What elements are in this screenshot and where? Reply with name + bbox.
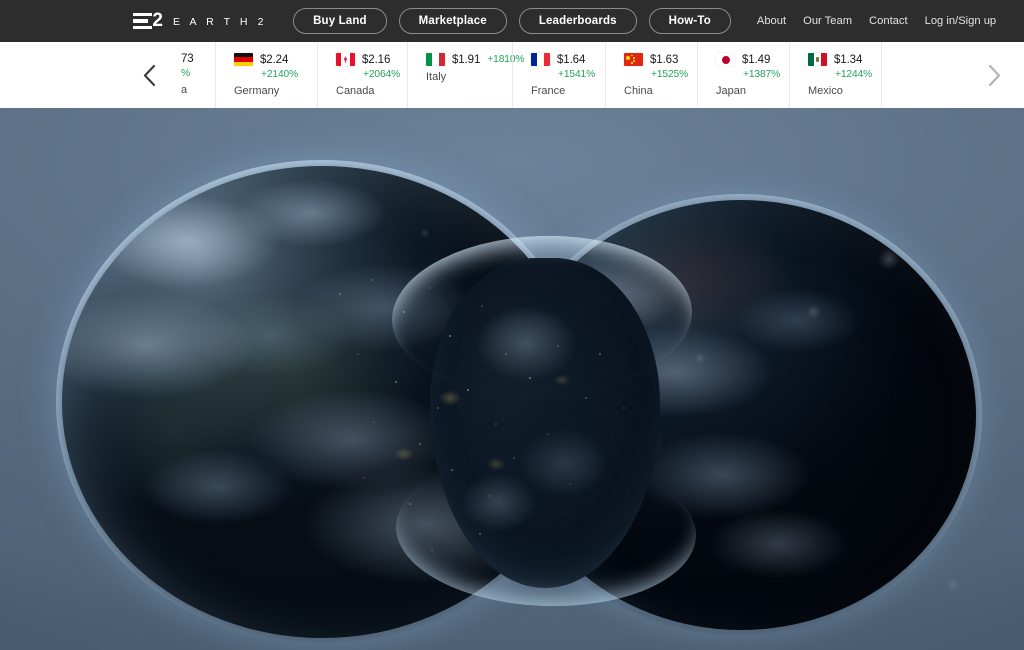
hero-section (0, 108, 1024, 650)
nav-link-contact[interactable]: Contact (869, 15, 908, 27)
primary-nav: Buy Land Marketplace Leaderboards How-To (293, 8, 731, 34)
ticker-item-canada[interactable]: $2.16 +2064% Canada (317, 42, 407, 108)
nav-pill-leaderboards[interactable]: Leaderboards (518, 8, 637, 34)
flag-france-icon (531, 53, 550, 66)
ticker-change: +1525% (651, 69, 689, 80)
globe-surface-texture-waist (430, 258, 660, 588)
ticker-change: +1541% (558, 69, 596, 80)
ticker-country: Mexico (808, 85, 843, 97)
flag-china-icon (624, 53, 643, 66)
ticker-country: Italy (426, 71, 447, 83)
earth2-landing-page: 2 E A R T H 2 Buy Land Marketplace Leade… (0, 0, 1024, 650)
flag-italy-icon (426, 53, 445, 66)
ticker-country: Canada (336, 85, 375, 97)
ticker-price: $1.64 (557, 53, 586, 66)
ticker-change: +1244% (835, 69, 873, 80)
ticker-price: $1.49 (742, 53, 771, 66)
ticker-prev-button[interactable] (135, 42, 163, 108)
ticker-price: 73 (181, 53, 194, 65)
nav-link-login-signup[interactable]: Log in/Sign up (925, 15, 997, 27)
flag-japan-icon (716, 53, 735, 66)
flag-germany-icon (234, 53, 253, 66)
ticker-price: $1.34 (834, 53, 863, 66)
ticker-item-mexico[interactable]: $1.34 +1244% Mexico (789, 42, 881, 108)
brand-wordmark: E A R T H 2 (173, 15, 268, 28)
chevron-right-icon (988, 64, 1000, 86)
ticker-item-france[interactable]: $1.64 +1541% France (512, 42, 605, 108)
ticker-country: a (181, 84, 188, 96)
chevron-left-icon (143, 64, 155, 86)
ticker-item-germany[interactable]: $2.24 +2140% Germany (215, 42, 317, 108)
ticker-change: +1387% (743, 69, 781, 80)
nav-pill-marketplace[interactable]: Marketplace (398, 8, 507, 34)
earth-globe-visual[interactable] (0, 108, 1024, 650)
ticker-item-italy[interactable]: $1.91 +1810% Italy (407, 42, 524, 108)
ticker-price: $1.63 (650, 53, 679, 66)
site-header: 2 E A R T H 2 Buy Land Marketplace Leade… (0, 0, 1024, 42)
ticker-price: $2.16 (362, 53, 391, 66)
ticker-item-china[interactable]: $1.63 +1525% China (605, 42, 697, 108)
ticker-change: +2064% (363, 69, 401, 80)
ticker-country: France (531, 85, 566, 97)
ticker-change: +2140% (261, 69, 299, 80)
ticker-country: Japan (716, 85, 746, 97)
e2-logo-icon: 2 (133, 10, 163, 32)
ticker-price: $2.24 (260, 53, 289, 66)
ticker-country: China (624, 85, 653, 97)
nav-link-our-team[interactable]: Our Team (803, 15, 852, 27)
secondary-nav: About Our Team Contact Log in/Sign up (757, 15, 996, 27)
ticker-next-button[interactable] (964, 42, 1024, 108)
flag-mexico-icon (808, 53, 827, 66)
ticker-left-spacer (0, 42, 135, 108)
ticker-item-japan[interactable]: $1.49 +1387% Japan (697, 42, 789, 108)
flag-canada-icon (336, 53, 355, 66)
ticker-item-clipped[interactable]: 73 % a (163, 42, 215, 108)
ticker-change: % (181, 68, 190, 79)
country-price-ticker: 73 % a $2.24 +2140% Germany $2.16 +2064%… (0, 42, 1024, 108)
ticker-price: $1.91 (452, 53, 481, 66)
nav-link-about[interactable]: About (757, 15, 786, 27)
ticker-country: Germany (234, 85, 280, 97)
globe-waist (430, 258, 660, 588)
nav-pill-how-to[interactable]: How-To (648, 8, 731, 34)
nav-pill-buy-land[interactable]: Buy Land (293, 8, 387, 34)
ticker-rail[interactable]: 73 % a $2.24 +2140% Germany $2.16 +2064%… (163, 42, 964, 108)
ticker-item-trailing-spacer (881, 42, 921, 108)
brand-logo[interactable]: 2 E A R T H 2 (133, 10, 268, 32)
